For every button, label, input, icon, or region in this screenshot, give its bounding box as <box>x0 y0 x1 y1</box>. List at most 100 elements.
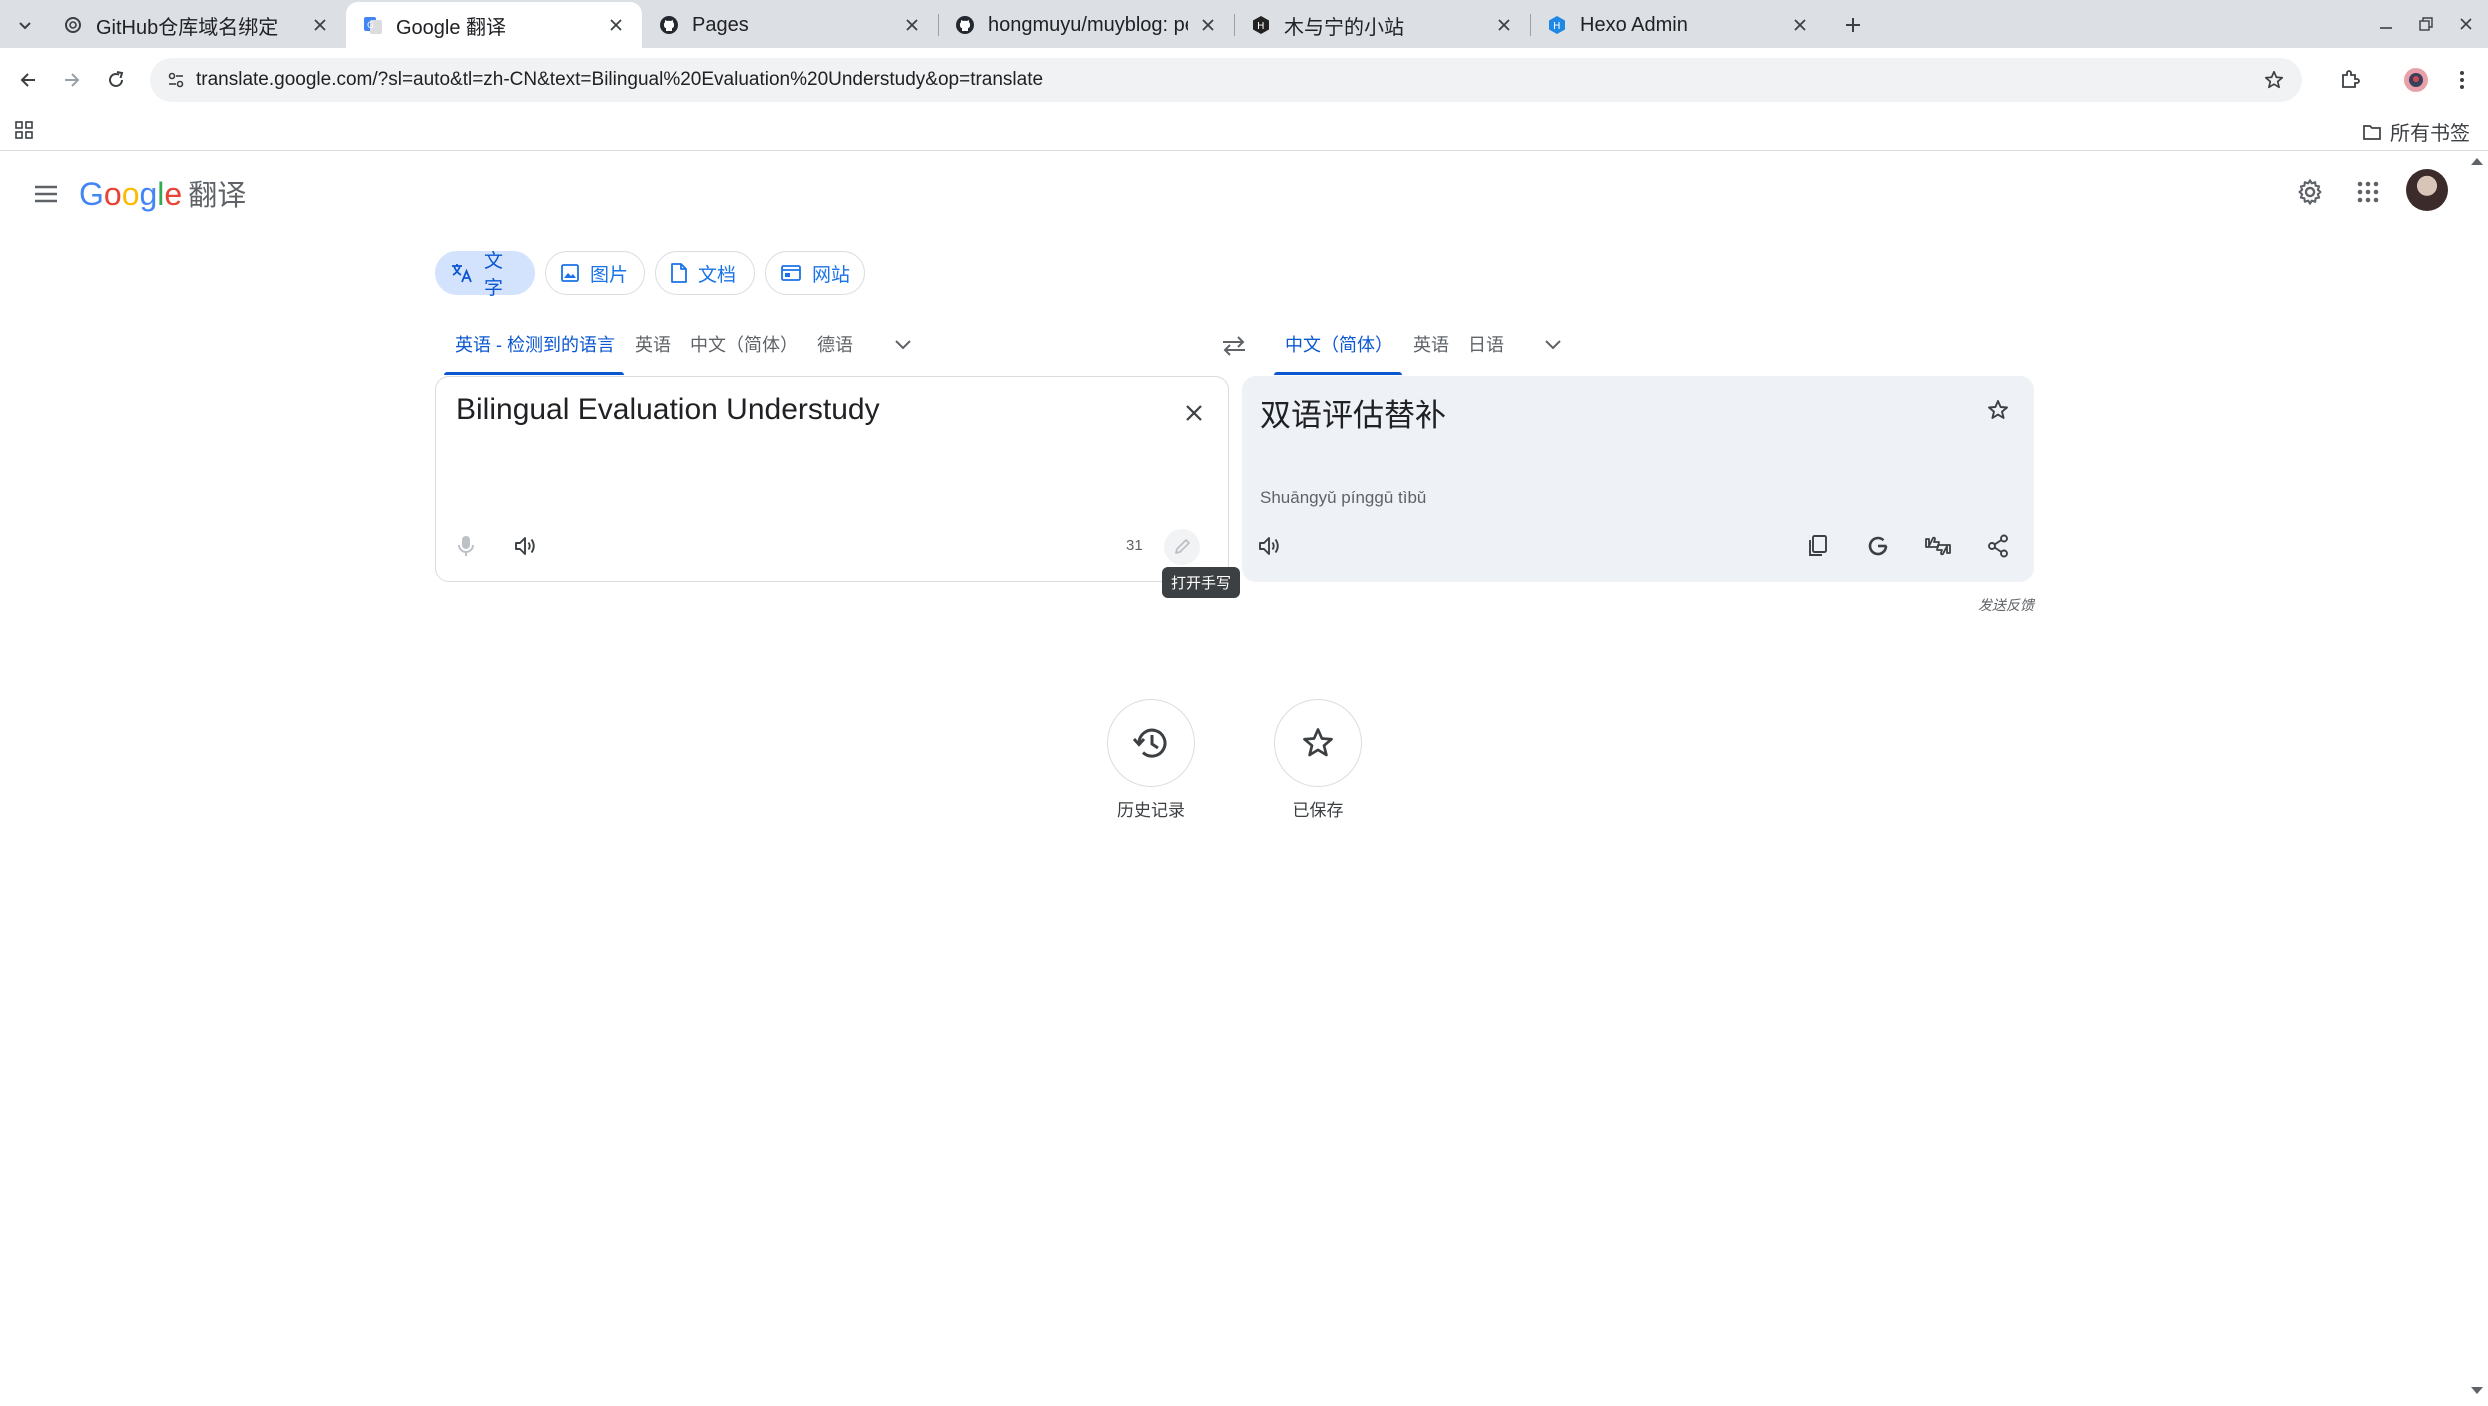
profile-avatar-icon <box>2403 67 2429 93</box>
share-translation-button[interactable] <box>1978 526 2018 566</box>
google-translate-logo[interactable]: Google 翻译 <box>79 172 246 214</box>
source-lang-more-button[interactable] <box>888 330 918 360</box>
tab-google-translate[interactable]: G Google 翻译 <box>346 2 642 48</box>
back-button[interactable] <box>10 62 46 98</box>
reload-icon <box>106 70 126 90</box>
handwriting-tooltip: 打开手写 <box>1162 567 1241 598</box>
mode-document-chip[interactable]: 文档 <box>655 251 755 295</box>
github-icon <box>954 14 976 36</box>
bookmark-star-icon[interactable] <box>2260 66 2288 94</box>
star-outline-icon <box>1986 398 2010 422</box>
browser-menu-button[interactable] <box>2444 62 2480 98</box>
window-close-button[interactable] <box>2452 12 2480 36</box>
new-tab-button[interactable] <box>1838 10 1868 40</box>
google-apps-button[interactable] <box>2346 170 2390 214</box>
arrow-left-icon <box>18 70 38 90</box>
saved-button[interactable] <box>1274 699 1362 787</box>
svg-text:H: H <box>1257 21 1265 32</box>
chatgpt-icon <box>62 14 84 36</box>
minimize-button[interactable] <box>2372 12 2400 36</box>
tab-muyblog[interactable]: hongmuyu/muyblog: pe <box>938 2 1234 48</box>
site-info-icon[interactable] <box>162 66 190 94</box>
target-lang-japanese[interactable]: 日语 <box>1468 331 1504 357</box>
source-lang-german[interactable]: 德语 <box>817 331 853 357</box>
tab-title: GitHub仓库域名绑定 <box>96 16 279 39</box>
restore-button[interactable] <box>2412 12 2440 36</box>
google-g-icon <box>1866 534 1890 558</box>
translation-output-panel: 双语评估替补 Shuāngyǔ pínggū tìbǔ <box>1242 376 2034 582</box>
close-icon[interactable] <box>1196 13 1220 37</box>
main-menu-button[interactable] <box>26 174 66 214</box>
history-button[interactable] <box>1107 699 1195 787</box>
tab-pages[interactable]: Pages <box>642 2 938 48</box>
logo-letter: o <box>103 176 122 212</box>
listen-translation-button[interactable] <box>1250 526 1290 566</box>
all-bookmarks-label: 所有书签 <box>2390 123 2470 145</box>
translate-icon <box>450 262 474 284</box>
google-search-button[interactable] <box>1858 526 1898 566</box>
mode-website-chip[interactable]: 网站 <box>765 251 865 295</box>
history-label: 历史记录 <box>1117 801 1185 820</box>
logo-letter: e <box>164 176 183 212</box>
logo-letter: g <box>139 176 158 212</box>
browser-toolbar: translate.google.com/?sl=auto&tl=zh-CN&t… <box>0 48 2488 112</box>
reload-button[interactable] <box>98 62 134 98</box>
image-icon <box>560 263 580 283</box>
tab-github-domain[interactable]: GitHub仓库域名绑定 <box>46 2 346 48</box>
address-bar[interactable]: translate.google.com/?sl=auto&tl=zh-CN&t… <box>150 58 2302 102</box>
settings-button[interactable] <box>2288 170 2332 214</box>
hamburger-menu-icon <box>34 184 58 204</box>
swap-arrows-icon <box>1221 336 1247 356</box>
scroll-down-arrow-icon[interactable] <box>2470 1386 2484 1396</box>
tab-hexo-admin[interactable]: H Hexo Admin <box>1530 2 1826 48</box>
chevron-down-icon <box>1544 339 1562 351</box>
tab-search-button[interactable] <box>10 10 40 40</box>
close-icon <box>1184 403 1204 423</box>
close-icon[interactable] <box>604 13 628 37</box>
send-feedback-link[interactable]: 发送反馈 <box>1978 595 2034 615</box>
source-text-input[interactable]: Bilingual Evaluation Understudy <box>456 393 880 427</box>
folder-icon <box>2362 123 2382 141</box>
all-bookmarks-button[interactable]: 所有书签 <box>2362 117 2470 146</box>
forward-button[interactable] <box>54 62 90 98</box>
extensions-button[interactable] <box>2332 62 2368 98</box>
save-translation-button[interactable] <box>1978 390 2018 430</box>
apps-grid-icon <box>2356 180 2380 204</box>
close-icon[interactable] <box>308 13 332 37</box>
close-icon[interactable] <box>1492 13 1516 37</box>
chevron-down-icon <box>894 339 912 351</box>
mode-image-chip[interactable]: 图片 <box>545 251 645 295</box>
target-lang-chinese-simplified[interactable]: 中文（简体） <box>1285 331 1393 357</box>
target-lang-more-button[interactable] <box>1538 330 1568 360</box>
url-text: translate.google.com/?sl=auto&tl=zh-CN&t… <box>196 69 1044 90</box>
pencil-icon <box>1173 538 1191 556</box>
profile-button[interactable] <box>2398 62 2434 98</box>
tab-blog-site[interactable]: H 木与宁的小站 <box>1234 2 1530 48</box>
source-lang-detected[interactable]: 英语 - 检测到的语言 <box>455 331 615 357</box>
apps-shortcut-icon[interactable] <box>14 120 34 140</box>
source-lang-english[interactable]: 英语 <box>635 331 671 357</box>
handwriting-button[interactable] <box>1164 529 1200 565</box>
voice-input-button[interactable] <box>446 526 486 566</box>
translation-text: 双语评估替补 <box>1260 398 1446 433</box>
mode-text-chip[interactable]: 文字 <box>435 251 535 299</box>
clear-source-button[interactable] <box>1174 393 1214 433</box>
target-lang-english[interactable]: 英语 <box>1413 331 1449 357</box>
product-name: 翻译 <box>188 180 247 212</box>
source-text-panel: Bilingual Evaluation Understudy 31 <box>435 376 1229 582</box>
account-avatar[interactable] <box>2406 169 2448 211</box>
swap-languages-button[interactable] <box>1216 328 1252 364</box>
hexo-icon: H <box>1250 14 1272 36</box>
saved-label: 已保存 <box>1292 801 1344 820</box>
listen-source-button[interactable] <box>506 526 546 566</box>
rate-translation-button[interactable] <box>1918 526 1958 566</box>
source-lang-chinese-simplified[interactable]: 中文（简体） <box>690 331 798 357</box>
close-icon[interactable] <box>900 13 924 37</box>
source-lang-underline <box>444 372 624 375</box>
close-icon[interactable] <box>1788 13 1812 37</box>
scroll-up-arrow-icon[interactable] <box>2470 156 2484 166</box>
puzzle-icon <box>2339 69 2361 91</box>
copy-translation-button[interactable] <box>1798 526 1838 566</box>
arrow-right-icon <box>62 70 82 90</box>
svg-text:G: G <box>367 21 374 31</box>
